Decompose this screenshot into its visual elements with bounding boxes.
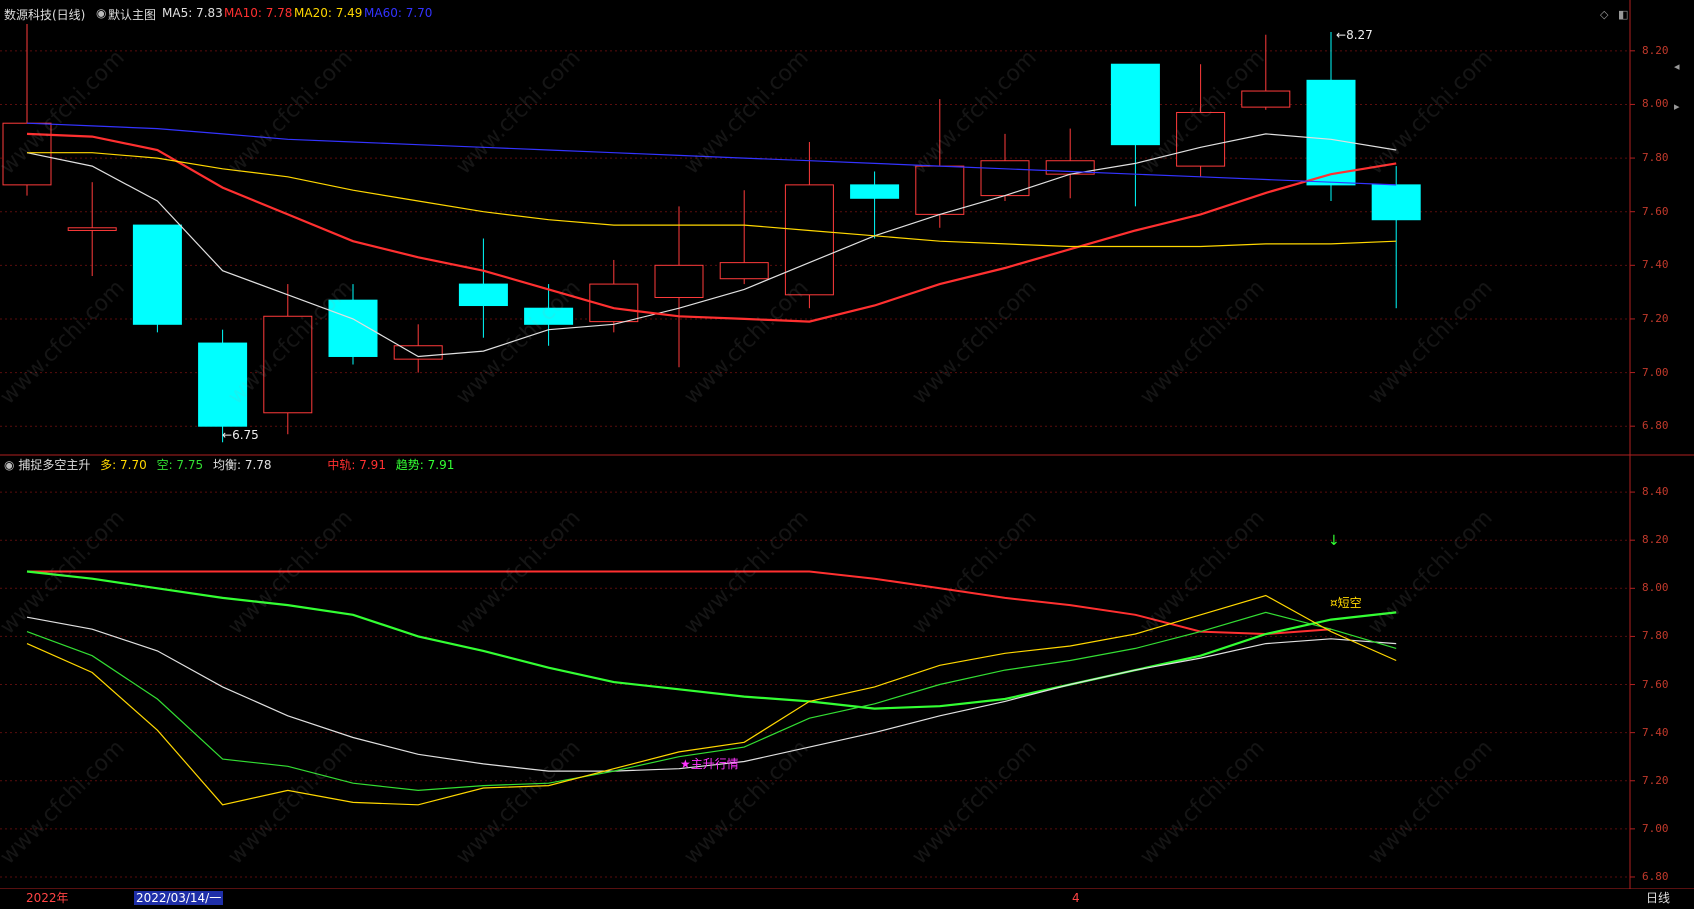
sub-多-line: [26, 594, 1397, 806]
candle-up: [67, 227, 117, 231]
main-axis-tick-label: 7.60: [1642, 204, 1669, 218]
trend-value: 趋势: 7.91: [395, 458, 455, 472]
main-axis-tick-label: 6.80: [1642, 419, 1669, 433]
main-axis-tick-label: 8.00: [1642, 97, 1669, 111]
candle-down: [1371, 184, 1421, 221]
candle-down: [198, 342, 248, 427]
indicator-menu-icon[interactable]: ◉: [4, 458, 14, 472]
candle-down: [132, 224, 182, 325]
expand-panel-icon[interactable]: ▸: [1674, 100, 1680, 113]
candle-up: [1241, 90, 1291, 108]
main-axis-tick-label: 7.40: [1642, 258, 1669, 272]
collapse-panel-icon[interactable]: ◂: [1674, 60, 1680, 73]
stock-name[interactable]: 数源科技(日线): [4, 6, 85, 23]
main-axis-tick-label: 7.20: [1642, 311, 1669, 325]
sub-axis-tick-label: 7.40: [1642, 725, 1669, 739]
main-ma5-line: [26, 133, 1397, 358]
template-name[interactable]: 默认主图: [108, 6, 156, 23]
low-marker-arrow-icon: ←: [222, 428, 233, 442]
main-rise-signal: ★主升行情: [680, 757, 739, 771]
year-label: 2022年: [26, 891, 69, 905]
signal-dot-icon: ¤: [1330, 596, 1338, 610]
sub-中轨-line: [27, 570, 1332, 636]
sell-arrow-icon: ↓: [1328, 533, 1340, 549]
sub-axis-tick-label: 8.00: [1642, 581, 1669, 595]
diamond-icon[interactable]: ◇: [1600, 8, 1608, 21]
window-toggle-icon[interactable]: ◧: [1618, 8, 1628, 21]
candle-up: [393, 345, 443, 360]
ma60-label: MA60: 7.70: [364, 6, 433, 20]
candle-up: [2, 122, 52, 186]
candle-down: [458, 283, 508, 307]
sub-axis-tick-label: 7.20: [1642, 773, 1669, 787]
candle-up: [654, 264, 704, 298]
main-panel-header: 数源科技(日线) ◉ 默认主图 MA5: 7.83 MA10: 7.78 MA2…: [0, 0, 1630, 24]
short-value: 空: 7.75: [156, 458, 204, 472]
sub-axis-tick-label: 7.00: [1642, 821, 1669, 835]
ma10-label: MA10: 7.78: [224, 6, 293, 20]
star-icon: ★: [680, 757, 691, 771]
period-button[interactable]: 日线: [1646, 891, 1670, 905]
low-price-marker: ←6.75: [222, 428, 259, 442]
sub-axis-tick-label: 7.60: [1642, 677, 1669, 691]
candle-up: [719, 262, 769, 280]
sub-均衡-line: [26, 616, 1397, 772]
sub-axis-tick-label: 8.40: [1642, 485, 1669, 499]
high-price-marker: ←8.27: [1336, 28, 1373, 42]
sub-axis-tick-label: 7.80: [1642, 629, 1669, 643]
sub-趋势-line: [26, 570, 1397, 710]
short-sell-signal: ¤短空: [1330, 596, 1362, 610]
candle-down: [850, 184, 900, 199]
long-value: 多: 7.70: [100, 458, 147, 472]
ma20-label: MA20: 7.49: [294, 6, 363, 20]
month-label: 4: [1072, 891, 1080, 905]
candle-down: [524, 307, 574, 325]
sub-panel-header: ◉ 捕捉多空主升 多: 7.70 空: 7.75 均衡: 7.78 中轨: 7.…: [4, 458, 454, 472]
chevron-down-icon[interactable]: ◉: [96, 6, 106, 20]
candle-down: [1110, 63, 1160, 146]
cursor-date: 2022/03/14/一: [134, 891, 224, 905]
candle-up: [263, 315, 313, 414]
sub-axis-tick-label: 8.20: [1642, 533, 1669, 547]
kline-chart[interactable]: [0, 0, 1694, 909]
balance-value: 均衡: 7.78: [212, 458, 272, 472]
candle-up: [784, 184, 834, 296]
mid-rail-value: 中轨: 7.91: [327, 458, 386, 472]
candle-up: [1176, 111, 1226, 167]
main-ma20-line: [27, 152, 1397, 248]
high-marker-arrow-icon: ←: [1336, 28, 1347, 42]
main-axis-tick-label: 8.20: [1642, 43, 1669, 57]
sub-axis-tick-label: 6.80: [1642, 869, 1669, 883]
candle-down: [1306, 79, 1356, 186]
candle-up: [915, 165, 965, 215]
indicator-name[interactable]: 捕捉多空主升: [18, 458, 90, 472]
main-axis-tick-label: 7.80: [1642, 151, 1669, 165]
main-axis-tick-label: 7.00: [1642, 365, 1669, 379]
time-axis-bar: 2022年 2022/03/14/一 4 日线: [0, 889, 1694, 909]
ma5-label: MA5: 7.83: [162, 6, 223, 20]
